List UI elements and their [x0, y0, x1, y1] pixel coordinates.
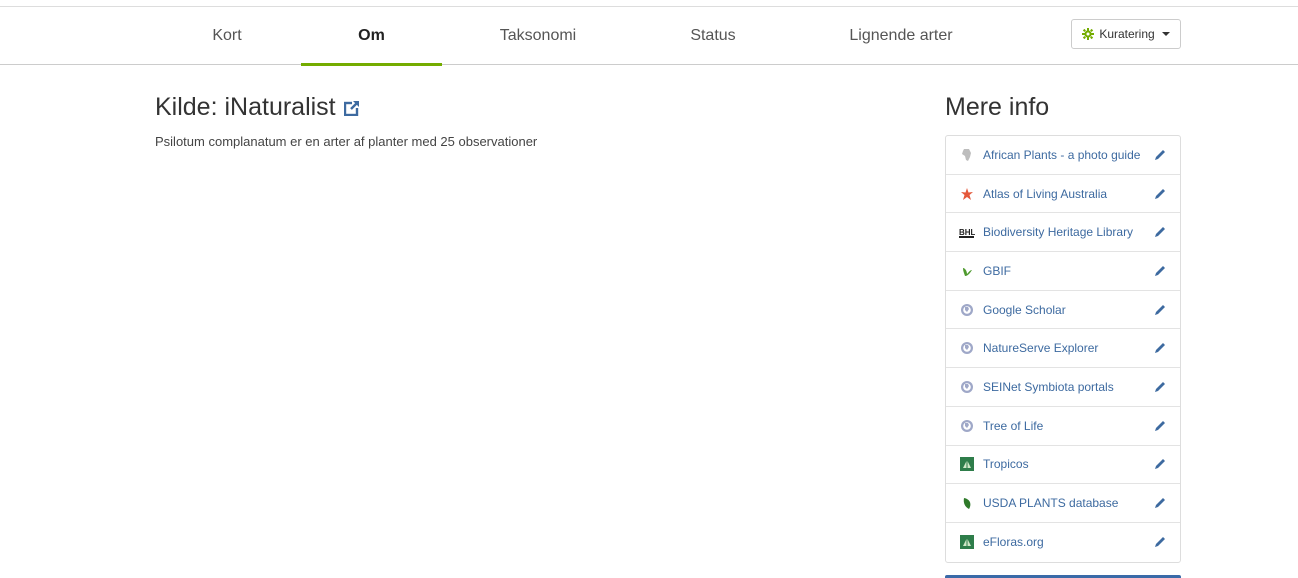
link-usda-plants[interactable]: USDA PLANTS database: [983, 496, 1153, 510]
source-heading: Kilde: iNaturalist: [155, 93, 855, 122]
link-atlas-living-australia[interactable]: Atlas of Living Australia: [983, 187, 1153, 201]
tab-taksonomi[interactable]: Taksonomi: [478, 7, 598, 65]
usda-leaf-icon: [959, 495, 975, 511]
list-item[interactable]: Google Scholar: [946, 291, 1180, 330]
pencil-icon[interactable]: [1153, 303, 1167, 317]
pencil-icon[interactable]: [1153, 380, 1167, 394]
african-plants-icon: [959, 147, 975, 163]
more-info-title: Mere info: [945, 93, 1050, 121]
gear-icon: [1082, 28, 1095, 40]
list-item[interactable]: NatureServe Explorer: [946, 329, 1180, 369]
tab-bar: Kort Om Taksonomi Status Lignende arter …: [0, 7, 1298, 66]
link-african-plants[interactable]: African Plants - a photo guide: [983, 148, 1153, 162]
list-item[interactable]: GBIF: [946, 252, 1180, 291]
curation-label: Kuratering: [1099, 27, 1155, 41]
efloras-icon: [959, 534, 975, 550]
pencil-icon[interactable]: [1153, 457, 1167, 471]
caret-down-icon: [1161, 32, 1170, 36]
pencil-icon[interactable]: [1153, 341, 1167, 355]
pencil-icon[interactable]: [1153, 264, 1167, 278]
main-content: Kilde: iNaturalist Psilotum complanatum …: [155, 93, 855, 149]
pencil-icon[interactable]: [1153, 419, 1167, 433]
link-natureserve-explorer[interactable]: NatureServe Explorer: [983, 341, 1153, 355]
globe-icon: [959, 418, 975, 434]
list-item[interactable]: Tropicos: [946, 446, 1180, 485]
link-tropicos[interactable]: Tropicos: [983, 457, 1153, 471]
globe-icon: [959, 379, 975, 395]
list-item[interactable]: African Plants - a photo guide: [946, 136, 1180, 175]
tab-status[interactable]: Status: [668, 7, 758, 65]
bhl-icon: BHL: [959, 224, 975, 240]
gbif-icon: [959, 263, 975, 279]
list-item[interactable]: Atlas of Living Australia: [946, 175, 1180, 214]
pencil-icon[interactable]: [1153, 496, 1167, 510]
globe-icon: [959, 340, 975, 356]
list-item[interactable]: USDA PLANTS database: [946, 484, 1180, 523]
taxon-description: Psilotum complanatum er en arter af plan…: [155, 134, 538, 149]
link-efloras[interactable]: eFloras.org: [983, 535, 1153, 549]
curation-dropdown-button[interactable]: Kuratering: [1071, 19, 1181, 49]
link-google-scholar[interactable]: Google Scholar: [983, 303, 1153, 317]
list-item[interactable]: SEINet Symbiota portals: [946, 368, 1180, 407]
svg-text:BHL: BHL: [959, 228, 975, 237]
list-item[interactable]: Tree of Life: [946, 407, 1180, 446]
globe-icon: [959, 302, 975, 318]
ala-icon: [959, 186, 975, 202]
pencil-icon[interactable]: [1153, 148, 1167, 162]
source-title: Kilde: iNaturalist: [155, 93, 336, 121]
list-item[interactable]: BHL Biodiversity Heritage Library: [946, 213, 1180, 253]
link-gbif[interactable]: GBIF: [983, 264, 1153, 278]
more-info-panel: Mere info African Plants - a photo guide…: [945, 93, 1181, 563]
link-seinet-symbiota[interactable]: SEINet Symbiota portals: [983, 380, 1153, 394]
link-tree-of-life[interactable]: Tree of Life: [983, 419, 1153, 433]
tab-om[interactable]: Om: [301, 7, 442, 66]
tropicos-icon: [959, 456, 975, 472]
link-biodiversity-heritage-library[interactable]: Biodiversity Heritage Library: [983, 225, 1153, 239]
tab-kort[interactable]: Kort: [178, 7, 276, 65]
pencil-icon[interactable]: [1153, 187, 1167, 201]
pencil-icon[interactable]: [1153, 535, 1167, 549]
list-item[interactable]: eFloras.org: [946, 523, 1180, 562]
pencil-icon[interactable]: [1153, 225, 1167, 239]
tab-lignende-arter[interactable]: Lignende arter: [836, 7, 966, 65]
more-info-list: African Plants - a photo guide Atlas of …: [945, 135, 1181, 563]
external-link-icon[interactable]: [343, 99, 360, 116]
